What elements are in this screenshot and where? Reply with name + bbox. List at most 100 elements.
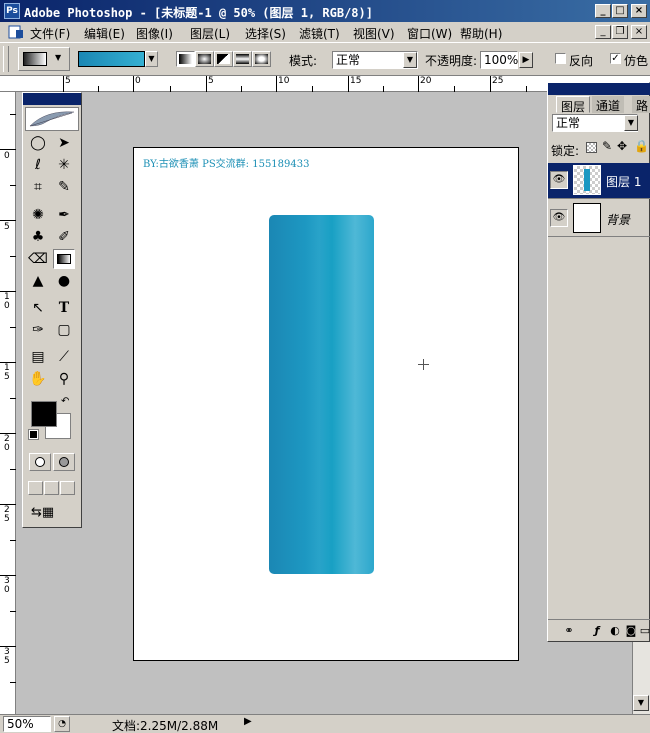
tool-palette: ◯ ➤ ℓ ✳ ⌗ ✎ ✺ ✒ ♣ ✐ ⌫ ▲ ● ↖ T ✑ ▢ ▤ ⟋ ✋ … xyxy=(22,92,82,528)
menu-help[interactable]: 帮助(H) xyxy=(460,25,502,42)
pen-tool-icon[interactable]: ✑ xyxy=(27,320,49,340)
swap-colors-icon[interactable]: ↶ xyxy=(61,396,69,407)
eye-icon[interactable]: 👁 xyxy=(550,209,568,227)
type-tool-icon[interactable]: T xyxy=(53,298,75,318)
quick-mask-mode-button[interactable] xyxy=(53,453,75,471)
blend-mode-dropdown-arrow[interactable]: ▼ xyxy=(624,115,638,131)
layer-row-background[interactable]: 👁 背景 xyxy=(548,201,650,237)
ruler-label: 5 xyxy=(65,76,71,86)
options-grip[interactable] xyxy=(3,46,9,72)
eraser-tool-icon[interactable]: ⌫ xyxy=(27,249,49,269)
radial-gradient-button[interactable] xyxy=(195,51,214,67)
diamond-gradient-button[interactable] xyxy=(252,51,271,67)
jump-to-imageready-icon[interactable]: ⇆▦ xyxy=(31,505,75,523)
menu-window[interactable]: 窗口(W) xyxy=(407,25,452,42)
gradient-picker[interactable] xyxy=(78,51,145,67)
lock-transparency-icon[interactable] xyxy=(586,142,597,153)
zoom-options-icon[interactable]: ◔ xyxy=(54,716,70,732)
minimize-button[interactable]: _ xyxy=(595,4,611,18)
layer-row-layer1[interactable]: 👁 图层 1 xyxy=(548,163,650,199)
doc-restore-button[interactable]: ❐ xyxy=(612,25,628,39)
feather-logo-icon[interactable] xyxy=(25,107,79,131)
eye-icon[interactable]: 👁 xyxy=(550,171,568,189)
close-button[interactable]: × xyxy=(631,4,647,18)
menu-image[interactable]: 图像(I) xyxy=(136,25,173,42)
menu-edit[interactable]: 编辑(E) xyxy=(84,25,125,42)
standard-mode-button[interactable] xyxy=(29,453,51,471)
dither-checkbox[interactable]: ✓ xyxy=(610,53,621,64)
lock-all-icon[interactable]: 🔒 xyxy=(634,139,649,153)
ruler-label: 3 0 xyxy=(4,576,10,595)
ruler-label: 15 xyxy=(350,76,362,86)
full-screen-menu-mode-button[interactable] xyxy=(44,481,59,495)
hand-tool-icon[interactable]: ✋ xyxy=(27,369,49,389)
scroll-down-button[interactable]: ▼ xyxy=(633,695,649,711)
ruler-label: 10 xyxy=(278,76,290,86)
angle-gradient-button[interactable] xyxy=(214,51,233,67)
layer-thumbnail xyxy=(573,165,601,195)
menu-file[interactable]: 文件(F) xyxy=(30,25,70,42)
reverse-checkbox[interactable] xyxy=(555,53,566,64)
tab-layers[interactable]: 图层 xyxy=(556,96,591,114)
gradient-swatch xyxy=(79,52,144,66)
lock-image-icon[interactable]: ✎ xyxy=(602,139,612,153)
status-menu-arrow[interactable]: ▶ xyxy=(244,716,252,727)
menu-layer[interactable]: 图层(L) xyxy=(190,25,230,42)
marquee-tool-icon[interactable]: ◯ xyxy=(27,133,49,153)
dodge-tool-icon[interactable]: ● xyxy=(53,271,75,291)
shape-tool-icon[interactable]: ▢ xyxy=(53,320,75,340)
healing-brush-tool-icon[interactable]: ✺ xyxy=(27,205,49,225)
linear-gradient-button[interactable] xyxy=(176,51,195,67)
menu-filter[interactable]: 滤镜(T) xyxy=(299,25,340,42)
ruler-label: 0 xyxy=(4,151,10,161)
tab-channels[interactable]: 通道 xyxy=(592,96,625,113)
magic-wand-tool-icon[interactable]: ✳ xyxy=(53,155,75,175)
full-screen-mode-button[interactable] xyxy=(60,481,75,495)
mode-dropdown-arrow[interactable]: ▼ xyxy=(403,52,417,68)
doc-minimize-button[interactable]: _ xyxy=(595,25,611,39)
slice-tool-icon[interactable]: ✎ xyxy=(53,177,75,197)
vertical-ruler[interactable]: 0 5 1 0 1 5 2 0 2 5 3 0 3 5 xyxy=(0,92,16,714)
history-brush-tool-icon[interactable]: ✐ xyxy=(53,227,75,247)
layer-set-icon[interactable]: ▭ xyxy=(636,624,650,638)
photoshop-app-icon[interactable]: Ps xyxy=(4,3,20,19)
notes-tool-icon[interactable]: ▤ xyxy=(27,347,49,367)
move-tool-icon[interactable]: ➤ xyxy=(53,133,75,153)
clone-stamp-tool-icon[interactable]: ♣ xyxy=(27,227,49,247)
blur-tool-icon[interactable]: ▲ xyxy=(27,271,49,291)
path-selection-tool-icon[interactable]: ↖ xyxy=(27,298,49,318)
brush-tool-icon[interactable]: ✒ xyxy=(53,205,75,225)
gradient-dropdown-arrow[interactable]: ▼ xyxy=(145,51,158,67)
crosshair-cursor-icon xyxy=(418,359,429,370)
lock-position-icon[interactable]: ✥ xyxy=(617,139,627,153)
eyedropper-tool-icon[interactable]: ⟋ xyxy=(53,347,75,367)
layers-panel-titlebar[interactable] xyxy=(548,83,650,95)
opacity-slider-arrow[interactable]: ▶ xyxy=(519,52,533,68)
link-layers-icon[interactable]: ⚭ xyxy=(560,624,578,638)
tab-paths[interactable]: 路 xyxy=(632,96,650,113)
zoom-input[interactable]: 50% xyxy=(3,716,51,732)
ruler-label: 5 xyxy=(4,222,10,232)
lasso-tool-icon[interactable]: ℓ xyxy=(27,155,49,175)
reflected-gradient-button[interactable] xyxy=(233,51,252,67)
gradient-tool-preset-icon xyxy=(23,52,47,66)
standard-screen-mode-button[interactable] xyxy=(28,481,43,495)
tool-preset-picker[interactable]: ▼ xyxy=(18,47,70,71)
document-icon[interactable] xyxy=(8,25,24,39)
document-canvas[interactable]: BY:古欲香萧 PS交流群: 155189433 xyxy=(133,147,519,661)
tool-palette-titlebar[interactable] xyxy=(23,93,81,105)
doc-close-button[interactable]: × xyxy=(631,25,647,39)
foreground-color-swatch[interactable] xyxy=(31,401,57,427)
crop-tool-icon[interactable]: ⌗ xyxy=(27,177,49,197)
menu-view[interactable]: 视图(V) xyxy=(353,25,395,42)
default-colors-icon[interactable] xyxy=(28,429,39,440)
layer-style-icon[interactable]: ƒ xyxy=(588,624,606,638)
vertical-scrollbar[interactable]: ▼ xyxy=(632,642,650,714)
maximize-button[interactable]: □ xyxy=(612,4,628,18)
gradient-tool-icon[interactable] xyxy=(53,249,75,269)
ruler-label: 0 xyxy=(135,76,141,86)
ruler-label: 1 5 xyxy=(4,363,10,382)
opacity-input[interactable]: 100% xyxy=(480,51,518,69)
zoom-tool-icon[interactable]: ⚲ xyxy=(53,369,75,389)
menu-select[interactable]: 选择(S) xyxy=(245,25,286,42)
